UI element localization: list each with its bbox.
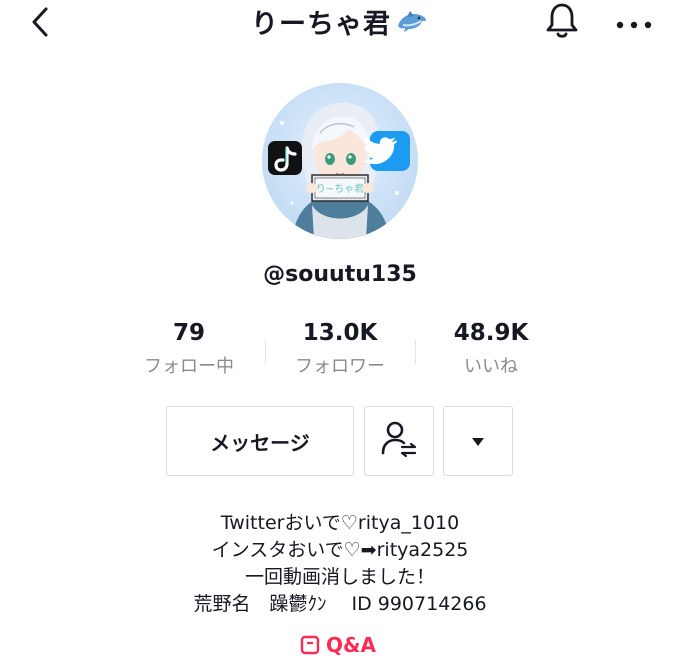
stat-followers[interactable]: 13.0K フォロワー [270, 320, 410, 378]
bio-line: インスタおいで♡➡ritya2525 [211, 539, 469, 561]
bio-line: Twitterおいで♡ritya_1010 [220, 512, 460, 534]
bio: Twitterおいで♡ritya_1010 インスタおいで♡➡ritya2525… [0, 510, 680, 618]
bell-icon [545, 2, 579, 44]
title-text: りーちゃ君 [251, 9, 391, 40]
username: @souutu135 [263, 262, 417, 287]
likes-count: 48.9K [453, 320, 529, 346]
avatar[interactable]: り~ちゃ君 [262, 83, 418, 239]
qa-link[interactable]: Q&A [300, 633, 376, 663]
more-options-button[interactable] [612, 8, 656, 38]
avatar-illustration: り~ちゃ君 [268, 102, 410, 239]
message-button-label: メッセージ [210, 430, 310, 455]
caret-down-icon [471, 432, 485, 451]
follow-status-button[interactable] [364, 406, 434, 476]
followers-label: フォロワー [295, 356, 385, 377]
stat-following[interactable]: 79 フォロー中 [119, 320, 259, 378]
dolphin-icon [395, 8, 429, 43]
stat-divider [265, 340, 266, 364]
followers-count: 13.0K [302, 320, 378, 346]
suggestions-dropdown-button[interactable] [443, 406, 513, 476]
likes-label: いいね [464, 356, 518, 377]
more-dots-icon [616, 14, 652, 33]
stat-likes[interactable]: 48.9K いいね [421, 320, 561, 378]
bio-line: 一回動画消しました！ [244, 566, 435, 588]
following-count: 79 [172, 320, 205, 346]
qa-icon [300, 633, 320, 660]
qa-label: Q&A [326, 633, 376, 657]
following-label: フォロー中 [144, 356, 234, 377]
notification-button[interactable] [543, 3, 581, 43]
message-button[interactable]: メッセージ [166, 406, 354, 476]
user-swap-icon [379, 419, 419, 463]
avatar-badge-text: り~ちゃ君 [316, 183, 364, 195]
stat-divider [415, 340, 416, 364]
bio-line: 荒野名 躁鬱ｸﾝ ID 990714266 [193, 593, 487, 615]
